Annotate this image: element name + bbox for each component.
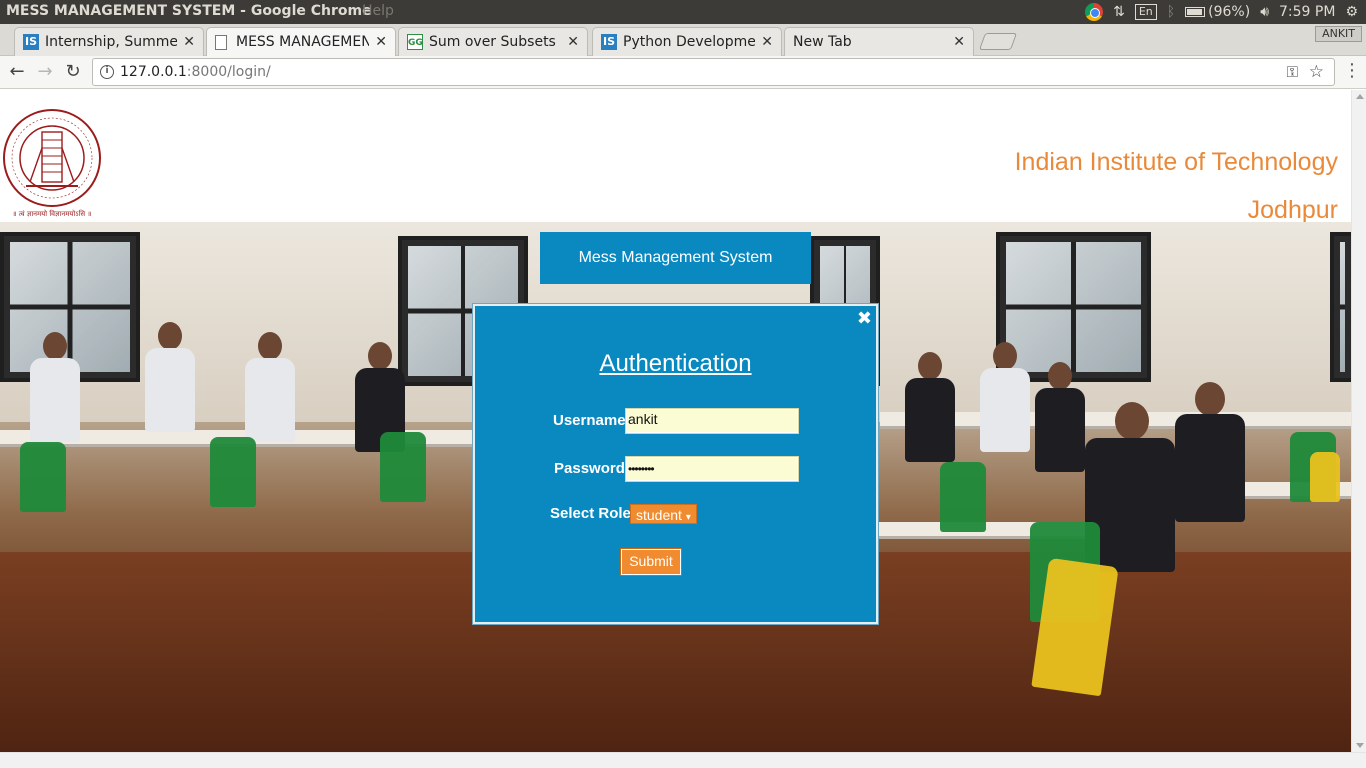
settings-gear-icon[interactable]: ⚙ <box>1345 4 1358 20</box>
tab-python-developer[interactable]: IS Python Developme ✕ <box>592 27 782 56</box>
close-tab-icon[interactable]: ✕ <box>953 34 965 50</box>
back-arrow-icon[interactable]: ← <box>6 61 28 83</box>
horizontal-scrollbar[interactable] <box>0 752 1366 768</box>
internshala-favicon-icon: IS <box>601 34 617 50</box>
os-top-bar: MESS MANAGEMENT SYSTEM - Google Chrome H… <box>0 0 1366 24</box>
tab-sum-over-subsets[interactable]: GG Sum over Subsets | ✕ <box>398 27 588 56</box>
tab-label: Sum over Subsets | <box>429 34 562 50</box>
internshala-favicon-icon: IS <box>23 34 39 50</box>
keyboard-layout-indicator[interactable]: En <box>1134 4 1157 20</box>
dialog-title: Authentication <box>599 350 752 377</box>
dropdown-arrow-icon: ▾ <box>685 512 691 523</box>
battery-indicator[interactable]: (96%) <box>1185 4 1250 20</box>
forward-arrow-icon[interactable]: → <box>34 61 56 83</box>
iit-jodhpur-logo: ॥ त्वं ज्ञानमयो विज्ञानमयोऽसि ॥ <box>3 109 101 218</box>
page-header: ॥ त्वं ज्ञानमयो विज्ञानमयोऽसि ॥ Indian I… <box>0 90 1351 224</box>
scroll-down-arrow-icon[interactable] <box>1356 743 1364 748</box>
page-viewport: ॥ त्वं ज्ञानमयो विज्ञानमयोऽसि ॥ Indian I… <box>0 90 1351 752</box>
bluetooth-icon[interactable]: ᛒ <box>1167 4 1175 20</box>
browser-menu-icon[interactable]: ⋮ <box>1343 61 1361 81</box>
scroll-up-arrow-icon[interactable] <box>1356 94 1364 99</box>
key-icon[interactable]: ⚿ <box>1287 63 1298 81</box>
close-tab-icon[interactable]: ✕ <box>761 34 773 50</box>
close-tab-icon[interactable]: ✕ <box>375 34 387 50</box>
tab-label: New Tab <box>793 34 852 50</box>
address-bar[interactable]: i 127.0.0.1:8000/login/ ⚿ ☆ <box>92 58 1335 86</box>
username-input[interactable]: ankit <box>625 408 799 434</box>
role-select[interactable]: student ▾ <box>630 504 697 524</box>
close-icon[interactable]: ✖ <box>857 310 872 328</box>
password-input[interactable]: •••••••• <box>625 456 799 482</box>
geeksforgeeks-favicon-icon: GG <box>407 34 423 50</box>
institute-name-line2: Jodhpur <box>1247 196 1338 224</box>
battery-icon <box>1185 7 1206 17</box>
logo-motto: ॥ त्वं ज्ञानमयो विज्ञानमयोऽसि ॥ <box>12 209 91 218</box>
close-tab-icon[interactable]: ✕ <box>567 34 579 50</box>
role-label: Select Role <box>550 505 631 522</box>
volume-icon[interactable]: 🔊︎ <box>1260 4 1269 20</box>
site-info-icon[interactable]: i <box>100 65 114 79</box>
document-favicon-icon <box>215 34 227 50</box>
tab-new-tab[interactable]: New Tab ✕ <box>784 27 974 56</box>
tab-label: Internship, Summer <box>45 34 178 50</box>
chrome-icon[interactable] <box>1085 3 1104 21</box>
menu-help[interactable]: Help <box>362 3 394 19</box>
vertical-scrollbar[interactable] <box>1351 90 1366 752</box>
institute-name-line1: Indian Institute of Technology <box>1014 148 1338 176</box>
window-title: MESS MANAGEMENT SYSTEM - Google Chrome <box>6 3 372 19</box>
bookmark-star-icon[interactable]: ☆ <box>1309 62 1324 82</box>
authentication-dialog: ✖ Authentication Username ankit Password… <box>473 304 878 624</box>
submit-button[interactable]: Submit <box>621 549 681 575</box>
tab-internship[interactable]: IS Internship, Summer ✕ <box>14 27 204 56</box>
tab-strip: IS Internship, Summer ✕ MESS MANAGEMENT … <box>0 24 1366 56</box>
url-text[interactable]: 127.0.0.1:8000/login/ <box>120 64 271 80</box>
profile-button[interactable]: ANKIT <box>1315 26 1362 42</box>
tab-label: Python Developme <box>623 34 756 50</box>
username-label: Username <box>553 412 626 429</box>
close-tab-icon[interactable]: ✕ <box>183 34 195 50</box>
tab-mess-management[interactable]: MESS MANAGEMENT ✕ <box>206 27 396 56</box>
reload-icon[interactable]: ↻ <box>62 61 84 83</box>
network-icon[interactable]: ⇅ <box>1113 4 1125 20</box>
system-title-banner: Mess Management System <box>540 232 811 284</box>
browser-toolbar: ← → ↻ i 127.0.0.1:8000/login/ ⚿ ☆ ⋮ <box>0 56 1366 89</box>
password-label: Password <box>554 460 625 477</box>
tab-label: MESS MANAGEMENT <box>236 34 370 50</box>
new-tab-button[interactable] <box>978 33 1018 50</box>
system-tray: ⇅ En ᛒ (96%) 🔊︎ 7:59 PM ⚙ <box>1085 0 1358 24</box>
clock[interactable]: 7:59 PM <box>1279 4 1335 20</box>
